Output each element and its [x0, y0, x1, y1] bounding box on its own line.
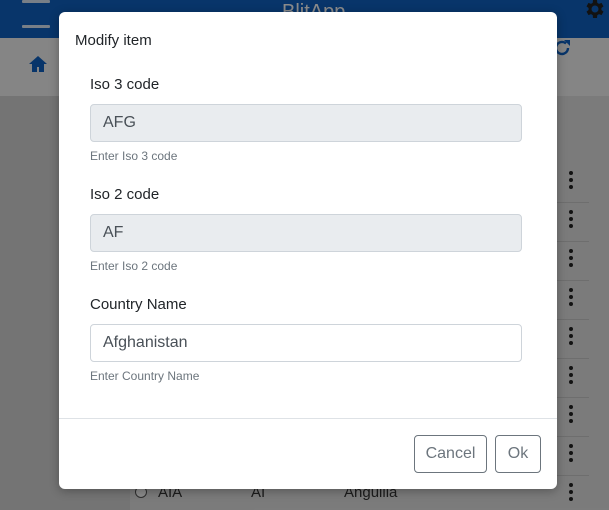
dialog-footer-divider	[59, 418, 557, 419]
dialog-title: Modify item	[75, 32, 152, 49]
iso3-label: Iso 3 code	[90, 76, 160, 93]
iso3-input[interactable]	[90, 104, 522, 142]
iso2-input[interactable]	[90, 214, 522, 252]
modify-item-dialog: Modify item Iso 3 code Enter Iso 3 code …	[59, 12, 557, 489]
iso2-label: Iso 2 code	[90, 186, 160, 203]
iso2-help: Enter Iso 2 code	[90, 259, 178, 273]
country-name-input[interactable]	[90, 324, 522, 362]
ok-button[interactable]: Ok	[495, 435, 541, 473]
iso3-help: Enter Iso 3 code	[90, 149, 178, 163]
country-name-help: Enter Country Name	[90, 369, 200, 383]
country-name-label: Country Name	[90, 296, 187, 313]
cancel-button[interactable]: Cancel	[414, 435, 487, 473]
